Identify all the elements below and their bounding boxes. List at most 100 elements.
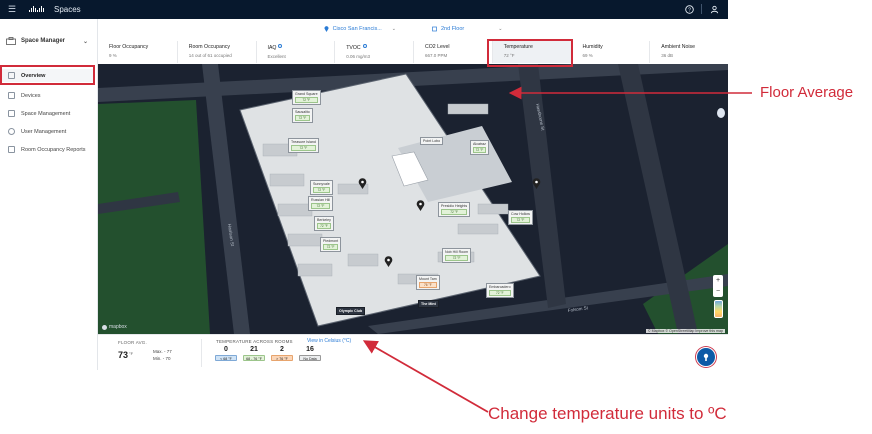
- room-temp: 72 °F: [317, 223, 331, 229]
- user-icon[interactable]: [708, 3, 720, 15]
- app-root: ☰ Spaces ? Space Manager ⌄ Overview Devi…: [0, 0, 872, 434]
- bin-count: 2: [280, 346, 284, 353]
- heatmap-legend[interactable]: [714, 300, 723, 318]
- room-label[interactable]: The Mint: [418, 300, 439, 308]
- room-name: Mount Tam: [419, 277, 437, 281]
- room-label[interactable]: Sausalito 72 °F: [292, 108, 313, 123]
- room-name: Russian Hill: [311, 198, 330, 202]
- user-icon: [8, 128, 15, 135]
- metric-ambient-noise[interactable]: Ambient Noise 36 dB: [649, 41, 728, 63]
- view-in-celsius-link[interactable]: View in Celsius (°C): [307, 338, 351, 344]
- metric-iaq[interactable]: IAQ Excellent: [255, 41, 335, 63]
- floor-map[interactable]: Harrison St Hawthorne St Folsom St Grand…: [98, 64, 728, 334]
- assistant-icon: [703, 353, 709, 361]
- room-label[interactable]: Nob Hill Room 72 °F: [442, 248, 472, 263]
- compass-icon[interactable]: [717, 108, 725, 118]
- room-label[interactable]: Russian Hill 72 °F: [308, 196, 333, 211]
- metrics-strip: Floor Occupancy 9 % Room Occupancy 14 ou…: [98, 41, 728, 63]
- temp-bin[interactable]: 16 No Data: [298, 346, 322, 361]
- bin-range: No Data: [299, 355, 321, 361]
- metric-co2-level[interactable]: CO2 Level 667.0 PPM: [413, 41, 492, 63]
- room-temp: 72 °F: [511, 217, 530, 223]
- sidebar-item-label: Devices: [21, 92, 41, 99]
- room-name: Olympic Club: [339, 309, 363, 313]
- annotation-floor-average: Floor Average: [760, 84, 854, 101]
- metric-title: Room Occupancy: [188, 44, 230, 50]
- sidebar-item-user-management[interactable]: User Management: [2, 125, 94, 138]
- room-label[interactable]: Mount Tam 76 °F: [416, 275, 440, 290]
- floor-name: 2nd Floor: [440, 26, 465, 32]
- room-label[interactable]: Alcatraz 72 °F: [470, 140, 489, 155]
- workspace-name: Space Manager: [21, 38, 66, 44]
- info-icon[interactable]: [362, 44, 367, 48]
- sidebar-item-room-occupancy-reports[interactable]: Room Occupancy Reports: [2, 143, 94, 156]
- floor-avg-unit: °F: [129, 351, 134, 356]
- assistant-button[interactable]: [696, 347, 716, 367]
- room-temp: 72 °F: [323, 244, 339, 250]
- annotation-change-units: Change temperature units to ºC: [488, 404, 727, 423]
- metric-tvoc[interactable]: TVOC 0.06 mg/m3: [334, 41, 413, 63]
- site-selector[interactable]: Cisco San Francis... ⌄: [324, 26, 396, 32]
- mapbox-icon: [102, 324, 107, 330]
- metric-title: Humidity: [582, 44, 603, 50]
- map-attribution[interactable]: © Mapbox © OpenStreetMap Improve this ma…: [645, 329, 725, 333]
- metric-title: Ambient Noise: [661, 44, 695, 50]
- room-label[interactable]: Presidio Heights 72 °F: [438, 202, 471, 217]
- chevron-down-icon: ⌄: [82, 38, 88, 45]
- mapbox-logo: mapbox: [102, 324, 127, 330]
- room-label[interactable]: Sunnyvale 72 °F: [310, 180, 333, 195]
- metric-value: 36 dB: [661, 53, 674, 58]
- help-icon[interactable]: ?: [683, 3, 695, 15]
- svg-text:?: ?: [688, 7, 691, 13]
- temp-bins: 0 < 68 °F 21 68 - 76 °F 2 > 76 °F 16 No Data: [214, 346, 322, 361]
- floor-selector[interactable]: 2nd Floor ⌄: [432, 26, 502, 32]
- room-label[interactable]: Point Lobo: [420, 137, 444, 145]
- topbar-divider: [701, 4, 702, 14]
- metric-value: 667.0 PPM: [425, 53, 448, 58]
- info-icon[interactable]: [278, 44, 283, 48]
- building-icon: [8, 110, 15, 117]
- map-pin-icon[interactable]: [416, 200, 425, 211]
- floor-avg-range: Max. - 77 Min. - 70: [153, 348, 172, 362]
- room-label[interactable]: Grand Square 72 °F: [292, 90, 321, 105]
- sidebar-item-devices[interactable]: Devices: [2, 89, 94, 102]
- map-pin-icon[interactable]: [384, 256, 393, 267]
- temperature-panel: FLOOR AVG. 73°F Max. - 77 Min. - 70 TEMP…: [98, 334, 728, 370]
- metric-humidity[interactable]: Humidity 69 %: [570, 41, 650, 63]
- location-pin-icon: [324, 26, 329, 32]
- temp-bin[interactable]: 0 < 68 °F: [214, 346, 238, 361]
- room-label[interactable]: Berkeley 72 °F: [314, 216, 334, 231]
- room-name: Berkeley: [317, 218, 331, 222]
- map-pin-icon[interactable]: [358, 178, 367, 189]
- temp-rooms-label: TEMPERATURE ACROSS ROOMS: [216, 339, 293, 344]
- zoom-out-button[interactable]: −: [716, 288, 720, 295]
- room-temp: 76 °F: [419, 282, 437, 288]
- room-name: Treasure Island: [291, 140, 316, 144]
- room-label[interactable]: Cow Hollow 72 °F: [508, 210, 533, 225]
- metric-value: 69 %: [582, 53, 593, 58]
- room-label[interactable]: Piedmont 72 °F: [320, 237, 342, 252]
- annotation-box-temperature: [487, 39, 573, 67]
- metric-title: IAQ: [267, 45, 277, 51]
- temp-bin[interactable]: 2 > 76 °F: [270, 346, 294, 361]
- metric-floor-occupancy[interactable]: Floor Occupancy 9 %: [98, 41, 177, 63]
- room-label[interactable]: Olympic Club: [336, 307, 366, 315]
- metric-title: Floor Occupancy: [109, 44, 149, 50]
- room-name: Sunnyvale: [313, 182, 330, 186]
- room-name: Sausalito: [295, 110, 310, 114]
- temp-bin[interactable]: 21 68 - 76 °F: [242, 346, 266, 361]
- metric-value: 14 out of 61 occupied: [188, 53, 232, 58]
- top-bar: ☰ Spaces ?: [0, 0, 728, 19]
- map-pin-icon[interactable]: [532, 178, 541, 189]
- sidebar-item-space-management[interactable]: Space Management: [2, 107, 94, 120]
- room-name: Embarcadero: [489, 285, 511, 289]
- workspace-selector[interactable]: Space Manager ⌄: [6, 35, 92, 47]
- room-label[interactable]: Treasure Island 72 °F: [288, 138, 319, 153]
- room-label[interactable]: Embarcadero 72 °F: [486, 283, 514, 298]
- report-icon: [8, 146, 15, 153]
- menu-icon[interactable]: ☰: [8, 4, 18, 15]
- bin-range: 68 - 76 °F: [243, 355, 265, 361]
- floor-avg-label: FLOOR AVG.: [118, 340, 147, 345]
- metric-room-occupancy[interactable]: Room Occupancy 14 out of 61 occupied: [176, 41, 256, 63]
- zoom-in-button[interactable]: +: [716, 277, 720, 284]
